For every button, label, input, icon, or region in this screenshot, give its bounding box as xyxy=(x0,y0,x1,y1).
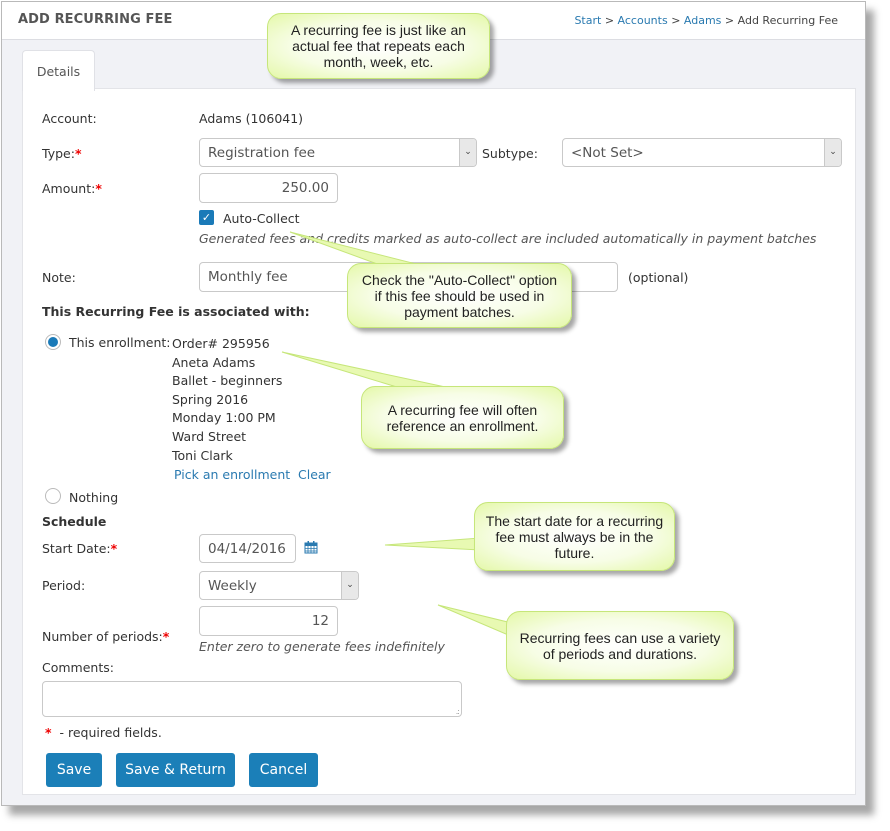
callout-tail-auto-collect xyxy=(289,231,421,266)
callout-tail-start-date xyxy=(384,537,481,551)
callout-periods: Recurring fees can use a variety of peri… xyxy=(506,611,734,680)
callout-enrollment: A recurring fee will often reference an … xyxy=(361,386,564,449)
callout-recurring-fee: A recurring fee is just like an actual f… xyxy=(267,13,490,79)
callout-auto-collect: Check the "Auto-Collect" option if this … xyxy=(347,263,572,328)
callout-tail-enrollment xyxy=(281,351,451,389)
callout-start-date: The start date for a recurring fee must … xyxy=(474,502,675,571)
